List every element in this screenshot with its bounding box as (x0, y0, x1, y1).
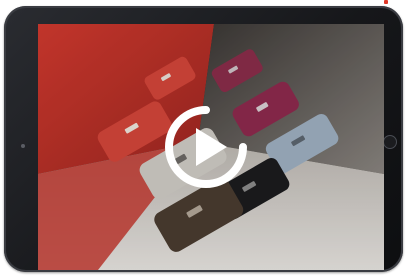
camera-icon (21, 144, 25, 148)
home-button-icon (383, 135, 397, 149)
page (0, 0, 407, 277)
play-icon (165, 106, 247, 188)
play-button[interactable] (163, 104, 249, 190)
accent-mark (384, 0, 388, 4)
video-player[interactable] (38, 24, 384, 270)
